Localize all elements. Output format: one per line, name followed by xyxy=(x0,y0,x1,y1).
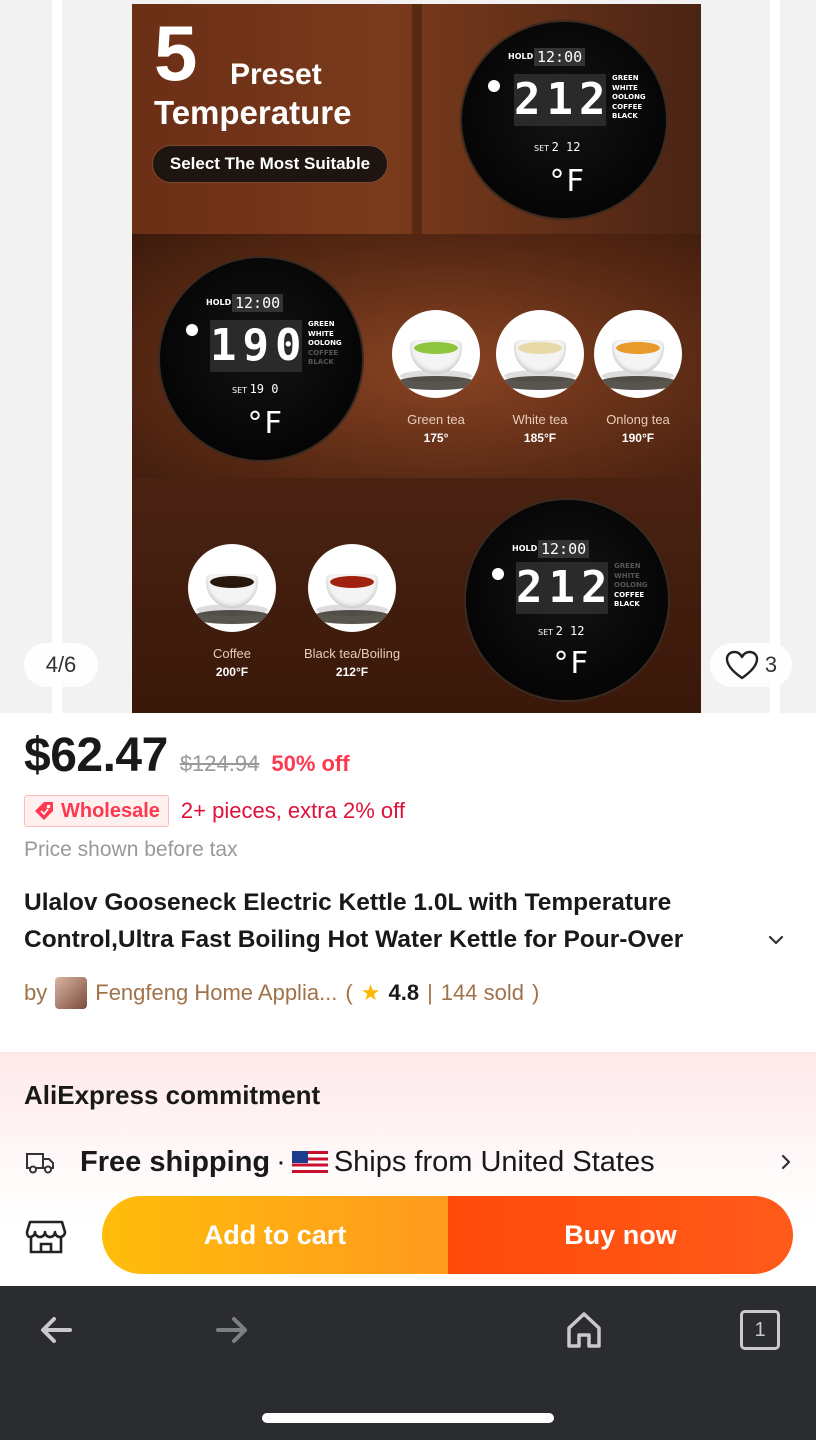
green-tea-cup-image xyxy=(392,310,480,398)
shipping-row[interactable]: Free shipping · Ships from United States xyxy=(24,1140,794,1184)
gallery-prev-peek xyxy=(52,0,62,713)
tea-white: White tea 185°F xyxy=(490,310,590,445)
current-price: $62.47 xyxy=(24,729,168,782)
tea-oolong: Onlong tea 190°F xyxy=(592,310,684,445)
ships-from-label: Ships from United States xyxy=(333,1145,655,1178)
select-pill: Select The Most Suitable xyxy=(152,145,388,183)
image-panel-middle: HOLD 12:00 190 GREEN WHITE OOLONG COFFEE… xyxy=(132,234,701,478)
home-indicator xyxy=(262,1413,554,1423)
coffee-cup-image xyxy=(188,544,276,632)
commitment-title: AliExpress commitment xyxy=(24,1080,321,1110)
gallery-next-peek xyxy=(770,0,780,713)
forward-arrow-icon[interactable] xyxy=(212,1310,252,1350)
black-tea-cup-image xyxy=(308,544,396,632)
seller-by-label: by xyxy=(24,980,48,1005)
image-panel-bottom: Coffee 200°F Black tea/Boiling 212°F HOL… xyxy=(132,478,701,713)
headline-temperature: Temperature xyxy=(154,94,352,131)
free-shipping-label: Free shipping xyxy=(80,1145,271,1178)
kettle-dial-bottom: HOLD 12:00 212 GREEN WHITE OOLONG COFFEE… xyxy=(466,500,668,700)
white-tea-cup-image xyxy=(496,310,584,398)
star-icon: ★ xyxy=(360,980,381,1005)
home-icon[interactable] xyxy=(564,1310,604,1350)
product-gallery[interactable]: 5 Preset Temperature Select The Most Sui… xyxy=(0,0,816,713)
product-image[interactable]: 5 Preset Temperature Select The Most Sui… xyxy=(132,4,701,713)
wholesale-badge: Wholesale xyxy=(24,795,169,827)
kettle-icon xyxy=(492,568,504,580)
kettle-dial-middle: HOLD 12:00 190 GREEN WHITE OOLONG COFFEE… xyxy=(160,258,362,460)
add-to-cart-button[interactable]: Add to cart xyxy=(102,1196,448,1274)
tea-black: Black tea/Boiling 212°F xyxy=(292,544,412,679)
store-icon[interactable] xyxy=(24,1214,68,1258)
seller-name[interactable]: Fengfeng Home Applia... xyxy=(95,980,337,1006)
wishlist-button[interactable]: 3 xyxy=(710,643,792,687)
heart-icon xyxy=(725,650,759,680)
chevron-right-icon[interactable] xyxy=(778,1152,794,1172)
tea-coffee: Coffee 200°F xyxy=(186,544,278,679)
truck-icon xyxy=(26,1153,54,1174)
original-price: $124.94 xyxy=(179,751,260,776)
image-counter: 4/6 xyxy=(24,643,98,687)
seller-rating: 4.8 xyxy=(388,980,420,1005)
tabs-button[interactable]: 1 xyxy=(740,1310,780,1350)
price-tag-icon xyxy=(35,802,53,820)
headline-number: 5 xyxy=(154,9,198,97)
product-title[interactable]: Ulalov Gooseneck Electric Kettle 1.0L wi… xyxy=(24,884,764,958)
wholesale-row[interactable]: Wholesale 2+ pieces, extra 2% off xyxy=(24,795,405,827)
sold-count: 144 sold xyxy=(440,980,524,1005)
us-flag-icon xyxy=(291,1151,328,1173)
image-panel-top: 5 Preset Temperature Select The Most Sui… xyxy=(132,4,701,234)
seller-row[interactable]: by Fengfeng Home Applia... ( ★ 4.8 | 144… xyxy=(24,977,539,1009)
headline-preset: Preset xyxy=(230,58,322,91)
kettle-icon xyxy=(488,80,500,92)
wholesale-text: 2+ pieces, extra 2% off xyxy=(180,798,405,823)
oolong-tea-cup-image xyxy=(594,310,682,398)
chevron-down-icon[interactable] xyxy=(766,930,786,950)
wishlist-count: 3 xyxy=(764,652,778,677)
discount-label: 50% off xyxy=(271,751,350,776)
buy-now-button[interactable]: Buy now xyxy=(448,1196,793,1274)
price-row: $62.47 $124.94 50% off xyxy=(24,728,350,783)
tax-note: Price shown before tax xyxy=(24,838,238,861)
kettle-dial-top: HOLD 12:00 212 GREEN WHITE OOLONG COFFEE… xyxy=(462,22,666,218)
kettle-icon xyxy=(186,324,198,336)
tea-green: Green tea 175° xyxy=(390,310,482,445)
back-arrow-icon[interactable] xyxy=(36,1310,76,1350)
seller-avatar xyxy=(55,977,88,1009)
